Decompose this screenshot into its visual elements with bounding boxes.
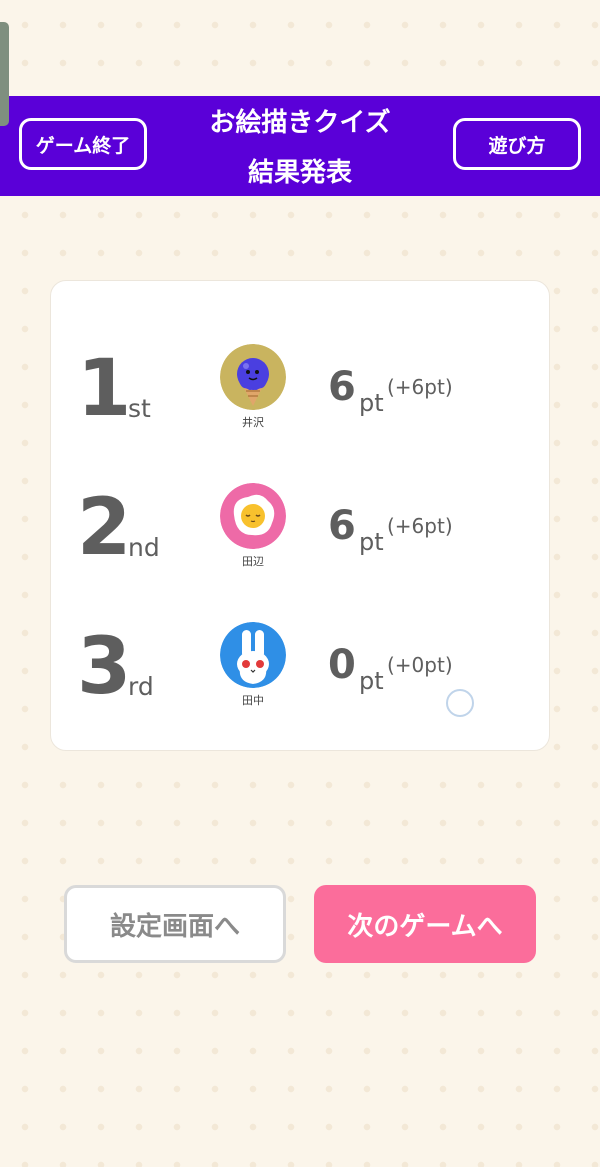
rank-number: 2 [77,483,132,573]
rank-number: 1 [77,344,132,434]
page-title: お絵描きクイズ [209,108,391,138]
points-value: 6 [328,364,356,410]
how-to-play-button[interactable]: 遊び方 [453,118,581,170]
points-unit: pt [359,667,384,695]
end-game-button[interactable]: ゲーム終了 [19,118,147,170]
result-row: 3 rd 田中 0 pt (+0pt) [51,612,551,722]
results-card: 1 st 井沢 6 pt (+6pt) 2 nd 田辺 6 pt (+6pt) … [50,280,550,751]
header-bar: ゲーム終了 お絵描きクイズ 結果発表 遊び方 [0,96,600,196]
settings-screen-button[interactable]: 設定画面へ [64,885,286,963]
points-value: 0 [328,642,356,688]
rank-suffix: st [128,394,151,423]
result-row: 2 nd 田辺 6 pt (+6pt) [51,473,551,583]
player-name: 井沢 [242,416,264,429]
side-handle[interactable] [0,22,9,126]
rank-suffix: rd [128,672,154,701]
next-game-button[interactable]: 次のゲームへ [314,885,536,963]
points-gain: (+6pt) [387,514,453,538]
page-subtitle: 結果発表 [247,158,352,188]
ice-cream-character-icon [220,344,286,410]
points-gain: (+0pt) [387,653,453,677]
points-unit: pt [359,528,384,556]
rank-number: 3 [77,622,132,712]
player-name: 田中 [242,694,264,707]
points-value: 6 [328,503,356,549]
loading-spinner-icon [446,689,474,717]
result-row: 1 st 井沢 6 pt (+6pt) [51,334,551,444]
rank-suffix: nd [128,533,160,562]
rabbit-character-icon [220,622,286,688]
fried-egg-character-icon [220,483,286,549]
points-gain: (+6pt) [387,375,453,399]
points-unit: pt [359,389,384,417]
player-name: 田辺 [242,555,264,568]
